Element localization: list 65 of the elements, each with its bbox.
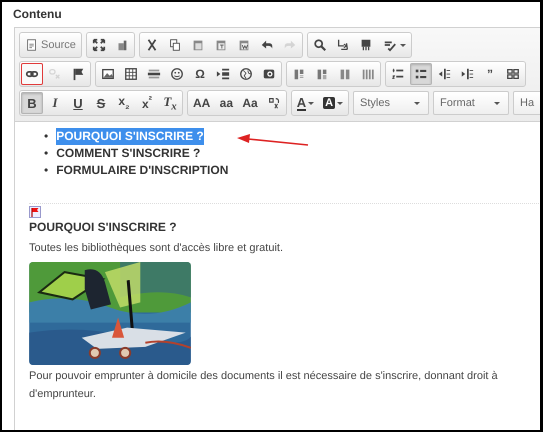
page-break-icon (216, 67, 230, 81)
paste-icon (190, 38, 205, 52)
paragraph-line: d'emprunteur. (29, 387, 97, 402)
toolbar-button[interactable]: B (21, 92, 43, 114)
indent-icon (460, 67, 474, 81)
caret-icon (400, 44, 406, 46)
bullet: • (44, 128, 48, 145)
caret-icon (494, 102, 500, 104)
bullet: • (44, 145, 48, 162)
numbered-list-icon (391, 67, 405, 81)
dropdown[interactable]: Ha (513, 91, 540, 115)
toolbar-button[interactable]: Ω (189, 63, 211, 85)
caret-icon (337, 102, 344, 104)
toolbar-button[interactable]: I (44, 92, 66, 114)
toolbar-button[interactable]: aa (215, 92, 238, 114)
list-item: POURQUOI S'INSCRIRE ? (56, 128, 204, 145)
toolbar-button[interactable]: A (292, 92, 318, 114)
globe-icon (239, 67, 253, 81)
dropdown[interactable]: Format (433, 91, 510, 115)
source-button[interactable]: Source (21, 34, 80, 56)
toolbar-button[interactable]: x$^{²}$ (136, 92, 158, 114)
toolbar-button[interactable]: ” (479, 63, 501, 85)
toolbar-button[interactable]: T$_{x}$ (159, 92, 181, 114)
toolbar-button[interactable]: U (67, 92, 89, 114)
toolbar-button[interactable] (21, 63, 43, 85)
select-all-icon (358, 38, 373, 52)
toolbar-button[interactable]: S (90, 92, 112, 114)
search-icon (312, 38, 327, 52)
bulleted-list-icon (414, 67, 428, 81)
bullet: • (44, 162, 48, 179)
table-icon (124, 67, 138, 81)
grid-icon (506, 67, 520, 81)
document-icon (25, 38, 39, 52)
smiley-icon (170, 67, 184, 81)
unlink-icon (48, 67, 62, 81)
layout-icon (292, 67, 306, 81)
flag-icon (71, 67, 85, 81)
layout-icon (315, 67, 329, 81)
toolbar-button[interactable]: x$_{₂}$ (113, 92, 135, 114)
anchor-flag-icon (29, 206, 41, 218)
section-title: Contenu (12, 6, 63, 23)
columns-icon (361, 67, 375, 81)
toolbar-button[interactable] (410, 63, 432, 85)
paste-word-icon (236, 38, 251, 52)
columns-icon (338, 67, 352, 81)
horizontal-line-icon (147, 67, 161, 81)
transform-icon (266, 96, 281, 110)
image-icon (101, 67, 115, 81)
list-item: COMMENT S'INSCRIRE ? (56, 145, 200, 162)
replace-icon (336, 38, 350, 52)
media-icon (262, 67, 276, 81)
caret-icon (414, 102, 420, 104)
paragraph-line: Pour pouvoir emprunter à domicile des documents il est nécessaire de s'inscrire, donnant droit à (29, 369, 499, 384)
outdent-icon (437, 67, 451, 81)
copy-icon (168, 38, 182, 52)
heading: POURQUOI S'INSCRIRE ? (29, 220, 178, 234)
toolbar-button[interactable]: A (319, 92, 348, 114)
list-item: FORMULAIRE D'INSCRIPTION (56, 162, 228, 179)
toolbar-button[interactable]: AA (189, 92, 214, 114)
dropdown[interactable]: Styles (353, 91, 430, 115)
toolbar-button[interactable]: Aa (238, 92, 262, 114)
paste-text-icon (214, 38, 228, 52)
paragraph: Toutes les bibliothèques sont d'accès libre et gratuit. (29, 242, 284, 254)
maximize-icon (92, 38, 106, 52)
caret-icon (308, 102, 314, 104)
